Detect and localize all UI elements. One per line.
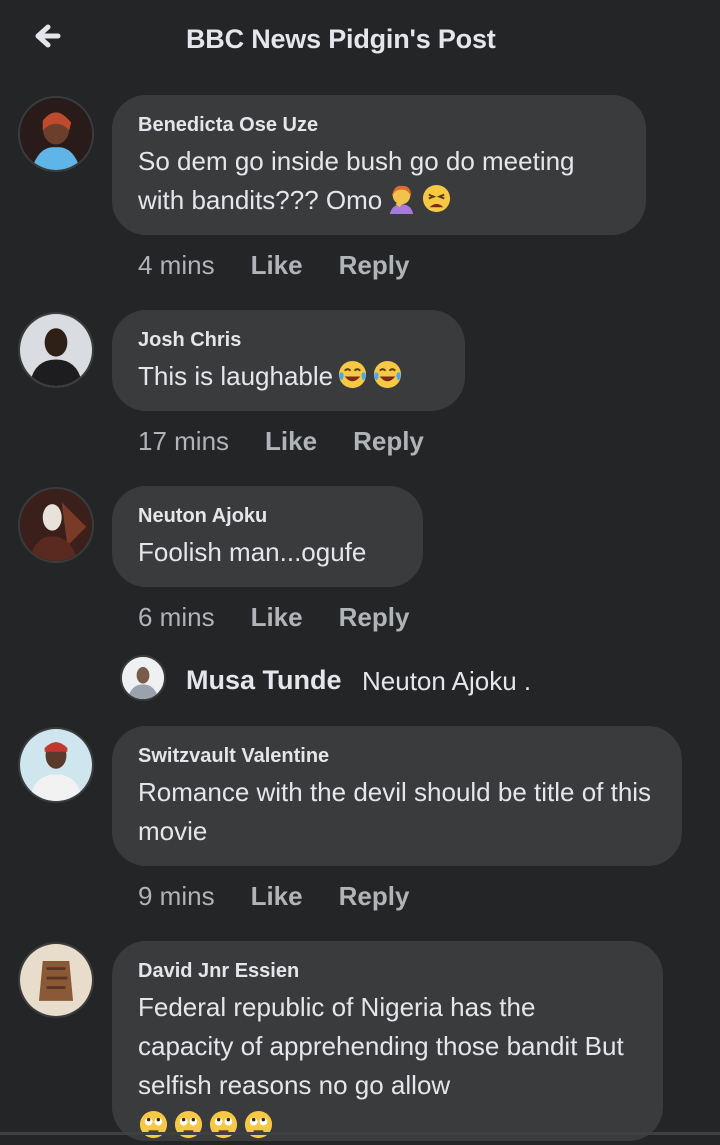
face-with-rolling-eyes-emoji <box>138 1109 169 1140</box>
comment-bubble: Neuton Ajoku Foolish man...ogufe <box>112 486 423 587</box>
comment-actions: 17 mins Like Reply <box>138 426 460 457</box>
avatar[interactable] <box>18 487 94 563</box>
reply-button[interactable]: Reply <box>339 602 410 632</box>
tired-face-emoji <box>421 183 452 214</box>
emoji-row <box>138 1109 637 1140</box>
page-title: BBC News Pidgin's Post <box>186 24 496 54</box>
comment-actions: 6 mins Like Reply <box>138 602 445 633</box>
like-button[interactable]: Like <box>251 602 303 632</box>
comment-text: Foolish man...ogufe <box>138 537 367 567</box>
face-with-rolling-eyes-emoji <box>208 1109 239 1140</box>
comment-author[interactable]: Neuton Ajoku <box>138 504 397 528</box>
top-bar: BBC News Pidgin's Post <box>0 0 720 84</box>
reply-author[interactable]: Musa Tunde <box>186 665 342 696</box>
arrow-left-icon <box>35 24 61 48</box>
person-facepalming-emoji <box>386 183 417 214</box>
comment-text: Romance with the devil should be title o… <box>138 777 652 846</box>
back-button[interactable] <box>28 20 68 56</box>
comment-actions: 4 mins Like Reply <box>138 250 445 281</box>
comment-time: 17 mins <box>138 426 230 456</box>
avatar[interactable] <box>18 312 94 388</box>
avatar[interactable] <box>18 96 94 172</box>
avatar <box>120 655 166 701</box>
comment-time: 9 mins <box>138 881 215 911</box>
comment-time: 6 mins <box>138 602 215 632</box>
composer-divider <box>0 1132 720 1135</box>
comment-time: 4 mins <box>138 250 215 280</box>
reply-button[interactable]: Reply <box>339 881 410 911</box>
face-with-tears-of-joy-emoji <box>372 359 403 390</box>
comment-bubble: Switzvault Valentine Romance with the de… <box>112 726 682 866</box>
reply-button[interactable]: Reply <box>353 426 424 456</box>
comment-bubble: Josh Chris This is laughable <box>112 310 465 411</box>
comment-author[interactable]: Josh Chris <box>138 328 439 352</box>
like-button[interactable]: Like <box>251 250 303 280</box>
avatar[interactable] <box>18 942 94 1018</box>
comment-text: This is laughable <box>138 357 439 396</box>
face-with-rolling-eyes-emoji <box>243 1109 274 1140</box>
comment-bubble: Benedicta Ose Uze So dem go inside bush … <box>112 95 646 235</box>
like-button[interactable]: Like <box>265 426 317 456</box>
comment-text: So dem go inside bush go do meeting with… <box>138 146 575 215</box>
reply-button[interactable]: Reply <box>339 250 410 280</box>
reply-text: Neuton Ajoku . <box>362 666 532 696</box>
comment-author[interactable]: Benedicta Ose Uze <box>138 113 620 137</box>
face-with-tears-of-joy-emoji <box>337 359 368 390</box>
comment-text: Federal republic of Nigeria has the capa… <box>138 992 624 1100</box>
avatar[interactable] <box>18 727 94 803</box>
comment-author[interactable]: David Jnr Essien <box>138 959 637 983</box>
comment-actions: 9 mins Like Reply <box>138 881 445 912</box>
comment-bubble: David Jnr Essien Federal republic of Nig… <box>112 941 663 1141</box>
comment-author[interactable]: Switzvault Valentine <box>138 744 656 768</box>
like-button[interactable]: Like <box>251 881 303 911</box>
face-with-rolling-eyes-emoji <box>173 1109 204 1140</box>
